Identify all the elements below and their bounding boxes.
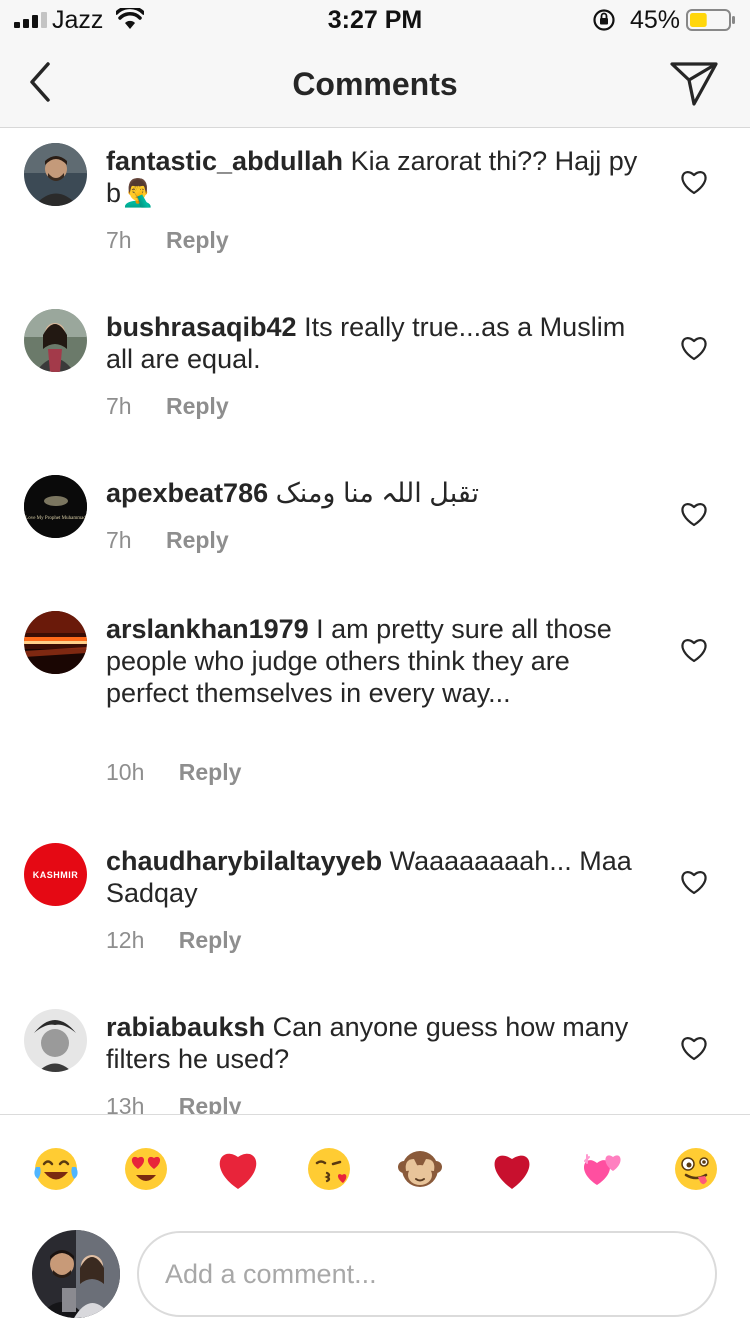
- comment-time: 13h: [106, 1093, 145, 1114]
- avatar[interactable]: KASHMIR: [24, 843, 87, 906]
- zany-face-emoji[interactable]: [672, 1145, 720, 1193]
- rotation-lock-icon: [593, 9, 615, 31]
- avatar[interactable]: [24, 611, 87, 674]
- comment-text: fantastic_abdullah Kia zarorat thi?? Haj…: [106, 145, 646, 209]
- comment-body: تقبل اللہ منا ومنک: [275, 478, 480, 508]
- emoji-reaction-bar: [0, 1114, 750, 1222]
- comment-time: 12h: [106, 927, 145, 953]
- reply-button[interactable]: Reply: [179, 1093, 242, 1114]
- comment-list[interactable]: fantastic_abdullah Kia zarorat thi?? Haj…: [0, 129, 750, 1114]
- add-comment-input[interactable]: [137, 1231, 717, 1317]
- comment-time: 7h: [106, 227, 132, 253]
- comment-item: Love My Prophet Muhammad apexbeat786 تقب…: [0, 461, 750, 591]
- comment-item: fantastic_abdullah Kia zarorat thi?? Haj…: [0, 129, 750, 289]
- tears-of-joy-emoji[interactable]: [32, 1145, 80, 1193]
- comment-item: rabiabauksh Can anyone guess how many fi…: [0, 995, 750, 1114]
- avatar[interactable]: [24, 1009, 87, 1072]
- battery-percent: 45%: [630, 6, 681, 34]
- comment-meta: 7h Reply: [106, 393, 229, 420]
- nav-bar: Comments: [0, 40, 750, 128]
- reply-button[interactable]: Reply: [179, 759, 242, 785]
- revolving-hearts-emoji[interactable]: [579, 1145, 627, 1193]
- comment-text: arslankhan1979 I am pretty sure all thos…: [106, 613, 646, 709]
- comment-username[interactable]: chaudharybilaltayyeb: [106, 846, 382, 876]
- blowing-kiss-emoji[interactable]: [305, 1145, 353, 1193]
- comment-time: 7h: [106, 527, 132, 553]
- avatar-caption: Love My Prophet Muhammad: [25, 516, 86, 521]
- red-heart-emoji[interactable]: [214, 1145, 262, 1193]
- reply-button[interactable]: Reply: [166, 227, 229, 253]
- comment-username[interactable]: fantastic_abdullah: [106, 146, 343, 176]
- heart-suit-emoji[interactable]: [488, 1145, 536, 1193]
- heart-icon[interactable]: [680, 335, 708, 361]
- comment-text: chaudharybilaltayyeb Waaaaaaaah... Maa S…: [106, 845, 646, 909]
- comment-meta: 10h Reply: [106, 759, 241, 786]
- avatar[interactable]: [24, 309, 87, 372]
- reply-button[interactable]: Reply: [179, 927, 242, 953]
- comment-meta: 12h Reply: [106, 927, 241, 954]
- comment-username[interactable]: rabiabauksh: [106, 1012, 265, 1042]
- avatar[interactable]: Love My Prophet Muhammad: [24, 475, 87, 538]
- comment-text: rabiabauksh Can anyone guess how many fi…: [106, 1011, 646, 1075]
- page-title: Comments: [292, 66, 458, 102]
- heart-icon[interactable]: [680, 501, 708, 527]
- comment-meta: 7h Reply: [106, 527, 229, 554]
- comment-text: bushrasaqib42 Its really true...as a Mus…: [106, 311, 646, 375]
- avatar[interactable]: [24, 143, 87, 206]
- paper-plane-icon[interactable]: [668, 58, 720, 108]
- battery-icon: [686, 9, 735, 31]
- comment-item: arslankhan1979 I am pretty sure all thos…: [0, 597, 750, 823]
- comment-username[interactable]: apexbeat786: [106, 478, 268, 508]
- heart-eyes-emoji[interactable]: [122, 1145, 170, 1193]
- comment-text: apexbeat786 تقبل اللہ منا ومنک: [106, 477, 646, 509]
- comment-item: KASHMIR chaudharybilaltayyeb Waaaaaaaah.…: [0, 829, 750, 989]
- heart-icon[interactable]: [680, 1035, 708, 1061]
- see-no-evil-monkey-emoji[interactable]: [396, 1145, 444, 1193]
- comment-time: 7h: [106, 393, 132, 419]
- current-user-avatar: [32, 1230, 120, 1318]
- heart-icon[interactable]: [680, 869, 708, 895]
- heart-icon[interactable]: [680, 637, 708, 663]
- reply-button[interactable]: Reply: [166, 527, 229, 553]
- comment-username[interactable]: bushrasaqib42: [106, 312, 297, 342]
- comment-time: 10h: [106, 759, 145, 785]
- avatar-caption: KASHMIR: [32, 869, 79, 880]
- comment-meta: 7h Reply: [106, 227, 229, 254]
- heart-icon[interactable]: [680, 169, 708, 195]
- comment-username[interactable]: arslankhan1979: [106, 614, 309, 644]
- comment-meta: 13h Reply: [106, 1093, 241, 1114]
- reply-button[interactable]: Reply: [166, 393, 229, 419]
- status-bar: Jazz 3:27 PM 45%: [0, 0, 750, 40]
- comment-item: bushrasaqib42 Its really true...as a Mus…: [0, 295, 750, 455]
